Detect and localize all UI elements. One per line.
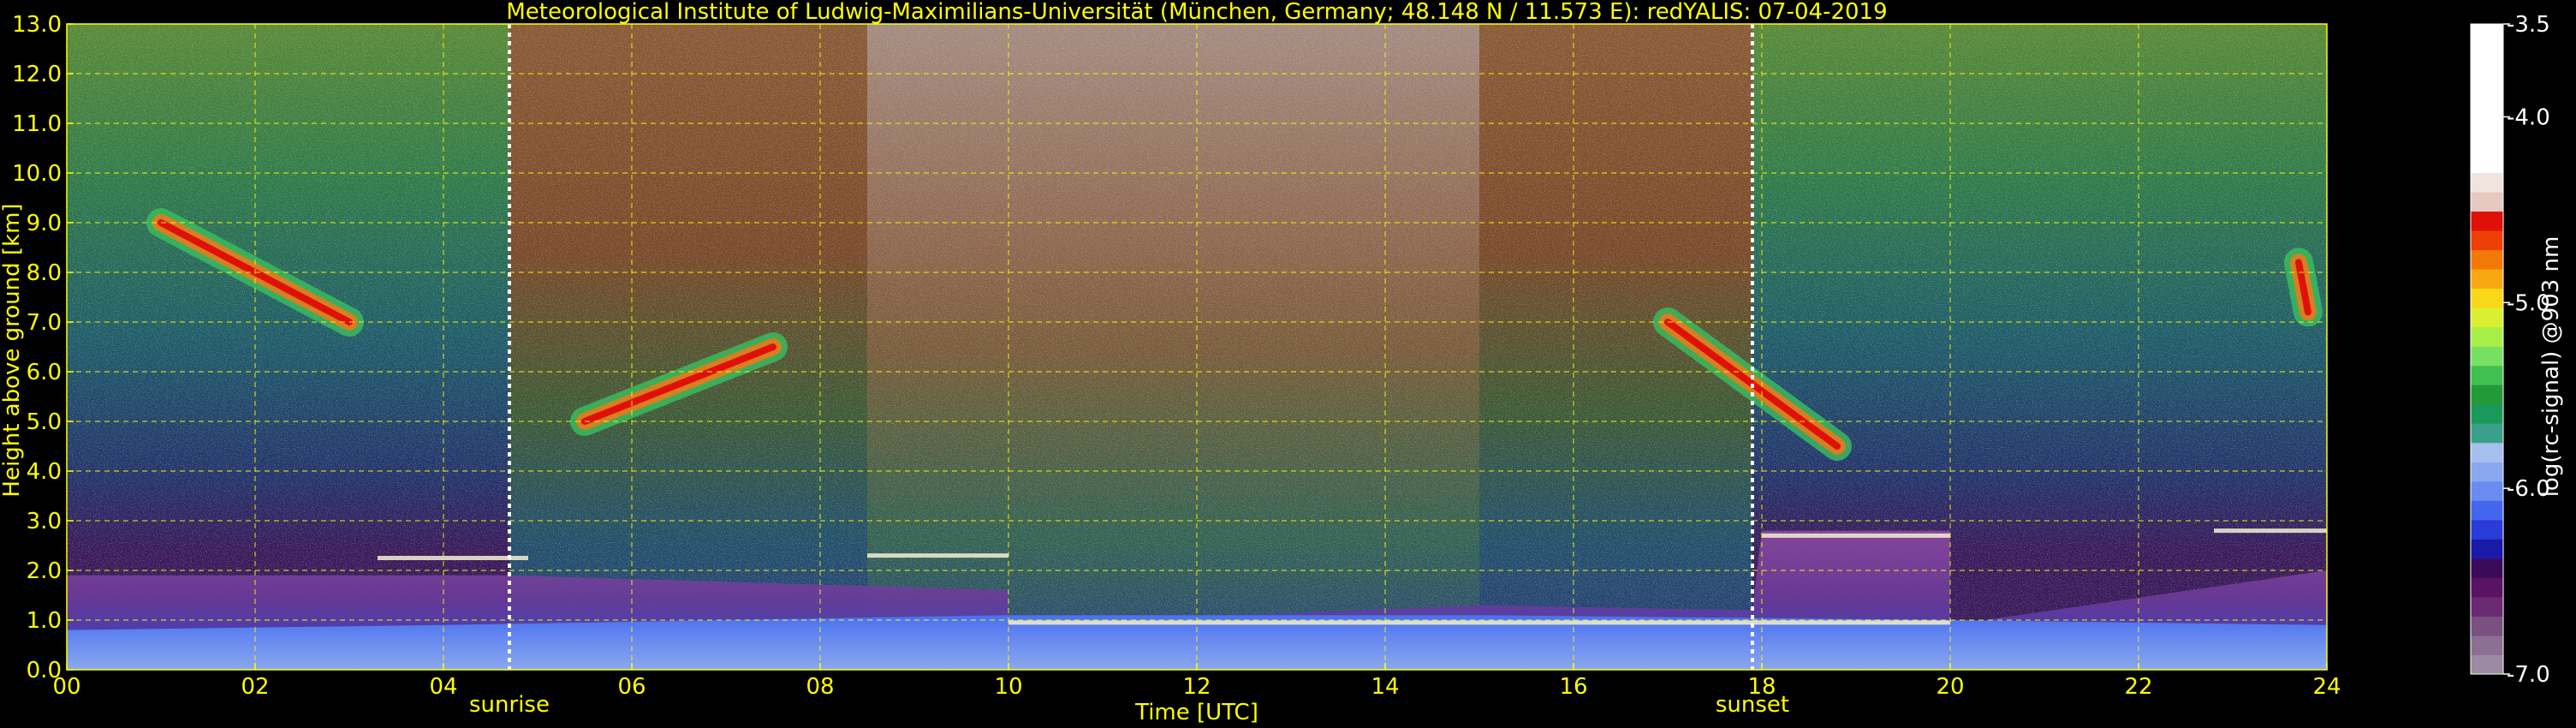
lidar-quicklook-chart: sunrise sunset 00 02 04 06 08 10 12 14 16 18 20 22 24…	[0, 0, 2564, 725]
colorbar-segment-8	[2471, 500, 2503, 521]
colorbar-segment-20	[2471, 269, 2503, 289]
colorbar-segment-17	[2471, 326, 2503, 347]
y-tick-label-13.0: 13.0	[12, 12, 62, 38]
lidar-figure: sunrise sunset 00 02 04 06 08 10 12 14 16 18 20 22 24…	[0, 0, 2576, 728]
colorbar-segment-12	[2471, 423, 2503, 444]
colorbar-segment-14	[2471, 385, 2503, 405]
colorbar-top-segment	[2471, 24, 2503, 173]
colorbar-tick-label-1: -4.0	[2507, 104, 2550, 130]
x-tick-label-20: 20	[1936, 674, 1964, 700]
colorbar-segment-26	[2471, 152, 2503, 173]
colorbar-segment-6	[2471, 539, 2503, 559]
colorbar-segment-18	[2471, 307, 2503, 328]
colorbar-label: log(rc-signal) @903 nm	[2538, 236, 2564, 498]
cirrus-cloud-3	[2284, 248, 2323, 327]
y-tick-label-11.0: 11.0	[12, 111, 62, 137]
colorbar-segment-1	[2471, 635, 2503, 655]
x-tick-label-10: 10	[994, 674, 1022, 700]
x-tick-label-14: 14	[1371, 674, 1399, 700]
colorbar-segment-22	[2471, 230, 2503, 251]
x-tick-label-08: 08	[806, 674, 834, 700]
colorbar-segment-15	[2471, 365, 2503, 385]
colorbar-segment-24	[2471, 192, 2503, 212]
x-tick-label-12: 12	[1182, 674, 1211, 700]
x-tick-label-24: 24	[2312, 674, 2341, 700]
y-tick-label-9.0: 9.0	[27, 211, 62, 236]
colorbar-segment-25	[2471, 172, 2503, 193]
y-tick-label-10.0: 10.0	[12, 161, 62, 187]
y-axis-label: Height above ground [km]	[0, 203, 25, 497]
colorbar-segment-16	[2471, 346, 2503, 367]
colorbar-segment-11	[2471, 442, 2503, 462]
y-tick-label-3.0: 3.0	[27, 509, 62, 534]
y-tick-label-5.0: 5.0	[27, 409, 62, 435]
x-tick-label-06: 06	[617, 674, 645, 700]
colorbar-segment-23	[2471, 211, 2503, 231]
y-tick-label-7.0: 7.0	[27, 310, 62, 336]
y-tick-label-12.0: 12.0	[12, 62, 62, 87]
y-tick-label-8.0: 8.0	[27, 260, 62, 286]
colorbar-segment-0	[2471, 654, 2503, 675]
x-tick-label-04: 04	[429, 674, 457, 700]
x-tick-label-16: 16	[1559, 674, 1587, 700]
y-tick-label-0.0: 0.0	[27, 658, 62, 683]
x-tick-label-22: 22	[2124, 674, 2152, 700]
colorbar-segment-4	[2471, 577, 2503, 598]
x-tick-label-02: 02	[241, 674, 269, 700]
y-tick-label-1.0: 1.0	[27, 608, 62, 634]
colorbar-segment-19	[2471, 288, 2503, 308]
colorbar-tick-label-0: -3.5	[2507, 12, 2550, 38]
y-tick-label-4.0: 4.0	[27, 459, 62, 485]
colorbar-segment-13	[2471, 403, 2503, 424]
colorbar-segment-7	[2471, 519, 2503, 540]
colorbar-segment-3	[2471, 596, 2503, 617]
colorbar-segment-5	[2471, 558, 2503, 578]
colorbar-segment-21	[2471, 249, 2503, 270]
colorbar-segment-10	[2471, 462, 2503, 482]
y-tick-label-2.0: 2.0	[27, 558, 62, 584]
x-axis-label: Time [UTC]	[1134, 700, 1258, 725]
x-tick-label-18: 18	[1747, 674, 1776, 700]
colorbar-segment-9	[2471, 480, 2503, 501]
sunrise-label: sunrise	[469, 692, 550, 718]
chart-title: Meteorological Institute of Ludwig-Maxim…	[506, 0, 1887, 25]
colorbar-tick-label-4: -7.0	[2507, 662, 2550, 688]
colorbar-segment-2	[2471, 616, 2503, 636]
y-tick-label-6.0: 6.0	[27, 360, 62, 385]
